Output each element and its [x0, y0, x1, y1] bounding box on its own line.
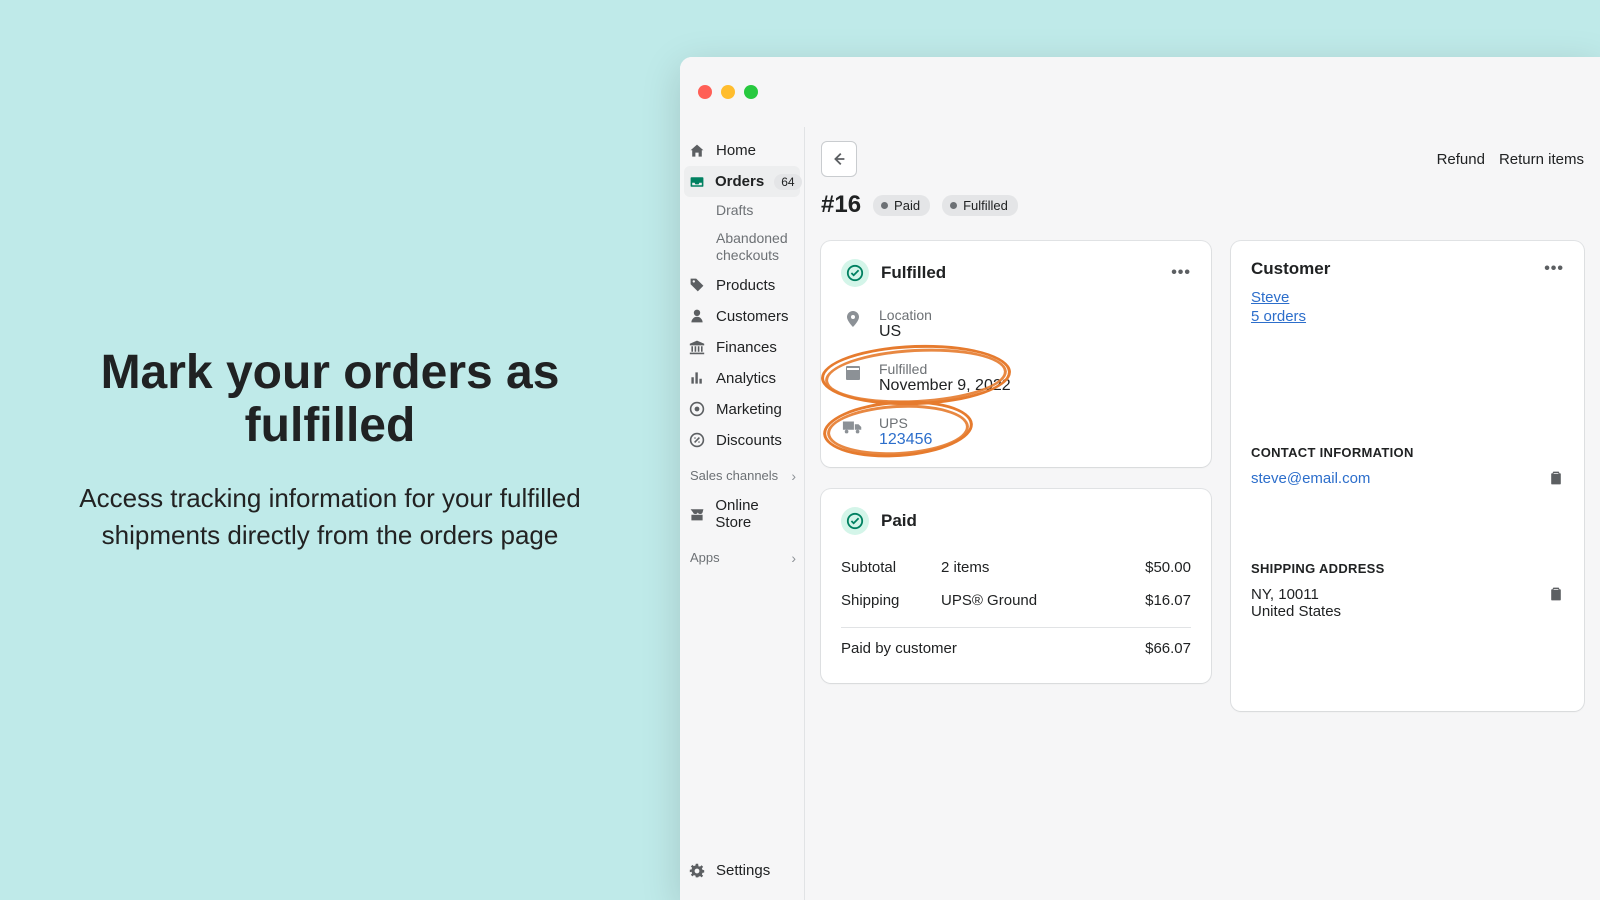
check-circle-icon — [841, 507, 869, 535]
card-title: Paid — [881, 511, 917, 531]
customer-card: Customer ••• Steve 5 orders CONTACT INFO… — [1231, 241, 1584, 711]
status-pill-paid: Paid — [873, 195, 930, 216]
sidebar-section-sales-channels[interactable]: Sales channels › — [680, 456, 804, 490]
chevron-right-icon: › — [791, 550, 796, 566]
contact-heading: CONTACT INFORMATION — [1251, 445, 1564, 460]
home-icon — [688, 143, 706, 159]
sidebar-item-marketing[interactable]: Marketing — [680, 394, 804, 425]
address-line: NY, 10011 — [1251, 586, 1341, 603]
customer-name-link[interactable]: Steve — [1251, 289, 1564, 306]
window-close-dot[interactable] — [698, 85, 712, 99]
address-line: United States — [1251, 603, 1341, 620]
card-title: Fulfilled — [881, 263, 946, 283]
sidebar-item-label: Finances — [716, 339, 777, 356]
tracking-link[interactable]: 123456 — [879, 431, 932, 449]
bars-icon — [688, 370, 706, 386]
sidebar-item-label: Analytics — [716, 370, 776, 387]
fulfilled-card: Fulfilled ••• Location US — [821, 241, 1211, 467]
sidebar-item-label: Discounts — [716, 432, 782, 449]
order-topbar: Refund Return items — [821, 141, 1584, 177]
location-label: Location — [879, 307, 932, 323]
sidebar-item-label: Settings — [716, 862, 770, 879]
row-detail: UPS® Ground — [941, 592, 1145, 609]
pin-icon — [841, 307, 865, 329]
refund-action[interactable]: Refund — [1437, 151, 1485, 168]
location-value: US — [879, 323, 932, 341]
sidebar-item-label: Products — [716, 277, 775, 294]
promo-title: Mark your orders as fulfilled — [60, 347, 600, 453]
sidebar-item-analytics[interactable]: Analytics — [680, 363, 804, 394]
paid-by-customer-row: Paid by customer $66.07 — [841, 632, 1191, 665]
calendar-check-icon — [841, 361, 865, 383]
back-button[interactable] — [821, 141, 857, 177]
sidebar-item-customers[interactable]: Customers — [680, 301, 804, 332]
sidebar-sub-drafts[interactable]: Drafts — [680, 197, 804, 225]
person-icon — [688, 308, 706, 324]
card-more-button[interactable]: ••• — [1544, 260, 1564, 278]
sidebar-item-settings[interactable]: Settings — [680, 855, 804, 886]
clipboard-icon[interactable] — [1548, 470, 1564, 491]
orders-count-badge: 64 — [774, 174, 801, 190]
shipping-row: Shipping UPS® Ground $16.07 — [841, 584, 1191, 617]
truck-icon — [841, 415, 865, 437]
chevron-right-icon: › — [791, 468, 796, 484]
sidebar-section-apps[interactable]: Apps › — [680, 538, 804, 572]
order-header: #16 Paid Fulfilled — [821, 191, 1584, 219]
sidebar-item-label: Home — [716, 142, 756, 159]
promo-subtitle: Access tracking information for your ful… — [60, 480, 600, 553]
app-window: Home Orders 64 Drafts Abandoned checkout… — [680, 57, 1600, 900]
shipping-heading: SHIPPING ADDRESS — [1251, 561, 1564, 576]
row-label: Subtotal — [841, 559, 941, 576]
discount-icon — [688, 432, 706, 448]
sidebar-sub-abandoned[interactable]: Abandoned checkouts — [680, 225, 804, 270]
order-number: #16 — [821, 191, 861, 219]
status-pill-fulfilled: Fulfilled — [942, 195, 1018, 216]
sidebar-item-products[interactable]: Products — [680, 270, 804, 301]
customer-email-link[interactable]: steve@email.com — [1251, 470, 1370, 487]
sidebar-item-finances[interactable]: Finances — [680, 332, 804, 363]
sidebar-item-home[interactable]: Home — [680, 135, 804, 166]
fulfilled-date: November 9, 2022 — [879, 377, 1011, 395]
row-label: Shipping — [841, 592, 941, 609]
fulfilled-label: Fulfilled — [879, 361, 1011, 377]
row-amount: $66.07 — [1145, 640, 1191, 657]
customer-orders-link[interactable]: 5 orders — [1251, 308, 1564, 325]
sidebar-item-online-store[interactable]: Online Store — [680, 490, 804, 538]
bank-icon — [688, 339, 706, 355]
clipboard-icon[interactable] — [1548, 586, 1564, 607]
gear-icon — [688, 863, 706, 879]
inbox-icon — [689, 174, 705, 190]
return-items-action[interactable]: Return items — [1499, 151, 1584, 168]
card-more-button[interactable]: ••• — [1171, 264, 1191, 282]
row-amount: $50.00 — [1145, 559, 1191, 576]
row-detail: 2 items — [941, 559, 1145, 576]
titlebar — [680, 57, 1600, 127]
check-circle-icon — [841, 259, 869, 287]
carrier-label: UPS — [879, 415, 932, 431]
sidebar-item-label: Orders — [715, 173, 764, 190]
sidebar-item-orders[interactable]: Orders 64 — [684, 166, 800, 197]
window-maximize-dot[interactable] — [744, 85, 758, 99]
sidebar: Home Orders 64 Drafts Abandoned checkout… — [680, 127, 805, 900]
store-icon — [688, 506, 705, 522]
section-label: Apps — [690, 550, 720, 565]
card-title: Customer — [1251, 259, 1330, 279]
sidebar-item-discounts[interactable]: Discounts — [680, 425, 804, 456]
paid-card: Paid Subtotal 2 items $50.00 Shipping UP… — [821, 489, 1211, 683]
promo-panel: Mark your orders as fulfilled Access tra… — [0, 0, 660, 900]
window-minimize-dot[interactable] — [721, 85, 735, 99]
section-label: Sales channels — [690, 468, 778, 483]
target-icon — [688, 401, 706, 417]
tag-icon — [688, 277, 706, 293]
sidebar-item-label: Customers — [716, 308, 789, 325]
sidebar-item-label: Online Store — [715, 497, 796, 531]
row-amount: $16.07 — [1145, 592, 1191, 609]
subtotal-row: Subtotal 2 items $50.00 — [841, 551, 1191, 584]
sidebar-item-label: Marketing — [716, 401, 782, 418]
row-label: Paid by customer — [841, 640, 1145, 657]
main-content: Refund Return items #16 Paid Fulfilled — [805, 127, 1600, 900]
